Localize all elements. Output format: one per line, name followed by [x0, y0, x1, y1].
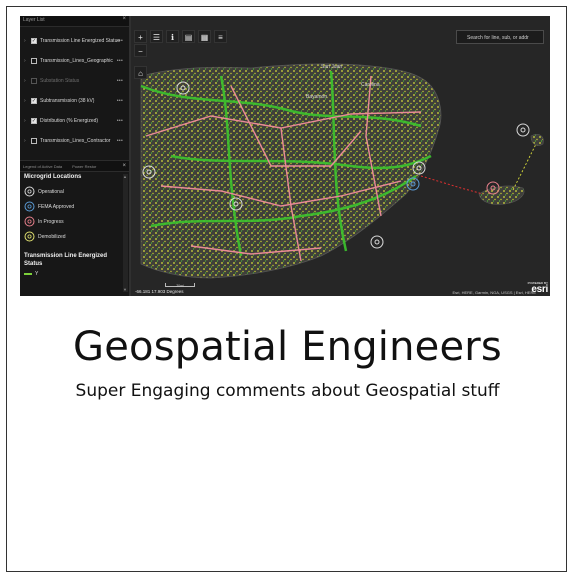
- more-options-icon[interactable]: •••: [117, 38, 123, 44]
- layer-checkbox[interactable]: [31, 98, 37, 104]
- map-view[interactable]: San Juan Bayamón Carolina + − ⌂ ☰ ℹ ▤ ▦ …: [131, 16, 550, 296]
- map-attribution[interactable]: Esri, HERE, Garmin, NGA, USGS | Esri, HE…: [453, 290, 537, 295]
- layer-label: Transmission_Lines_Geographic: [40, 58, 113, 64]
- legend-label: In Progress: [38, 218, 64, 225]
- more-options-icon[interactable]: •••: [117, 118, 123, 124]
- chevron-right-icon[interactable]: ›: [24, 38, 29, 44]
- layer-item-transmission-geographic[interactable]: › Transmission_Lines_Geographic •••: [20, 51, 129, 71]
- chevron-right-icon[interactable]: ›: [24, 58, 29, 64]
- list-icon[interactable]: ≡: [214, 30, 227, 43]
- more-options-icon[interactable]: •••: [117, 138, 123, 144]
- legend-label: Demobilized: [38, 233, 66, 240]
- info-icon[interactable]: ℹ: [166, 30, 179, 43]
- legend-item-fema-approved: FEMA Approved: [24, 199, 129, 214]
- layer-list: › Transmission Line Energized Status •••…: [20, 27, 129, 151]
- offshore-link: [512, 143, 537, 191]
- place-label: Carolina: [361, 82, 380, 88]
- layer-panel-title: Layer List: [23, 17, 45, 23]
- screenshot: Layer List × › Transmission Line Energiz…: [20, 16, 550, 296]
- map-controls: + − ⌂: [134, 30, 147, 80]
- scale-bar: 20mi: [165, 283, 195, 288]
- esri-logo[interactable]: POWERED BY esri: [528, 282, 549, 295]
- more-options-icon[interactable]: •••: [117, 98, 123, 104]
- home-button[interactable]: ⌂: [134, 66, 147, 79]
- layer-panel-header: Layer List ×: [20, 16, 129, 27]
- zoom-out-button[interactable]: −: [134, 44, 147, 57]
- vieques-shape: [478, 185, 525, 205]
- microgrid-in-progress-icon: [24, 216, 35, 227]
- layer-label: Subtransmission (38 kV): [40, 98, 95, 104]
- legend-scrollbar[interactable]: [123, 174, 128, 292]
- grid-icon[interactable]: ▦: [198, 30, 211, 43]
- chevron-right-icon[interactable]: ›: [24, 118, 29, 124]
- legend-title: Microgrid Locations: [24, 174, 82, 180]
- layer-checkbox[interactable]: [31, 78, 37, 84]
- tab-power-restoration[interactable]: Power Restor: [72, 164, 96, 169]
- green-line-swatch: [24, 273, 32, 275]
- layer-item-substation-status[interactable]: › Substation Status •••: [20, 71, 129, 91]
- undersea-link: [420, 175, 484, 195]
- layer-label: Transmission_Lines_Contractor: [40, 138, 111, 144]
- place-label: San Juan: [321, 64, 342, 70]
- layer-item-transmission-contractor[interactable]: › Transmission_Lines_Contractor •••: [20, 131, 129, 151]
- layer-item-subtransmission[interactable]: › Subtransmission (38 kV) •••: [20, 91, 129, 111]
- coordinate-readout: -66.181 17.903 Degrees: [135, 289, 184, 294]
- legend: Microgrid Locations Operational FEMA App…: [20, 174, 129, 277]
- close-icon[interactable]: ×: [122, 16, 126, 22]
- legend-item-demobilized: Demobilized: [24, 229, 129, 244]
- legend-tabs: Legend of Active Data Power Restor ×: [20, 160, 129, 172]
- place-label: Bayamón: [306, 94, 327, 100]
- layer-checkbox[interactable]: [31, 58, 37, 64]
- basemap-icon[interactable]: ▤: [182, 30, 195, 43]
- microgrid-marker[interactable]: [370, 235, 384, 249]
- search-input[interactable]: Search for line, sub, or addr: [456, 30, 544, 44]
- map-canvas[interactable]: San Juan Bayamón Carolina: [131, 16, 550, 296]
- culebra-shape: [530, 134, 544, 146]
- page-subtitle: Super Engaging comments about Geospatial…: [75, 381, 500, 401]
- layer-item-distribution[interactable]: › Distribution (% Energized) •••: [20, 111, 129, 131]
- layer-label: Distribution (% Energized): [40, 118, 99, 124]
- layer-label: Substation Status: [40, 78, 80, 84]
- layer-checkbox[interactable]: [31, 118, 37, 124]
- page-title: Geospatial Engineers: [73, 324, 502, 370]
- legend-label: FEMA Approved: [38, 203, 75, 210]
- layer-checkbox[interactable]: [31, 38, 37, 44]
- map-toolbar: ☰ ℹ ▤ ▦ ≡: [150, 30, 227, 43]
- microgrid-marker[interactable]: [516, 123, 530, 137]
- island-shape: [140, 63, 442, 279]
- layers-icon[interactable]: ☰: [150, 30, 163, 43]
- legend-label: Y: [35, 271, 39, 277]
- layer-item-transmission-status[interactable]: › Transmission Line Energized Status •••: [20, 31, 129, 51]
- layer-panel: Layer List × › Transmission Line Energiz…: [20, 16, 131, 296]
- chevron-right-icon[interactable]: ›: [24, 138, 29, 144]
- layer-checkbox[interactable]: [31, 138, 37, 144]
- esri-brand: esri: [531, 284, 548, 295]
- legend-section-title: Transmission Line Energized Status: [24, 253, 108, 267]
- close-icon[interactable]: ×: [122, 163, 126, 169]
- legend-item-in-progress: In Progress: [24, 214, 129, 229]
- microgrid-operational-icon: [24, 186, 35, 197]
- chevron-right-icon[interactable]: ›: [24, 98, 29, 104]
- more-options-icon[interactable]: •••: [117, 78, 123, 84]
- zoom-in-button[interactable]: +: [134, 30, 147, 43]
- microgrid-fema-icon: [24, 201, 35, 212]
- tab-legend[interactable]: Legend of Active Data: [23, 164, 62, 169]
- layer-label: Transmission Line Energized Status: [40, 38, 120, 44]
- chevron-right-icon[interactable]: ›: [24, 78, 29, 84]
- more-options-icon[interactable]: •••: [117, 58, 123, 64]
- legend-item-operational: Operational: [24, 184, 129, 199]
- microgrid-demobilized-icon: [24, 231, 35, 242]
- legend-label: Operational: [38, 188, 64, 195]
- legend-item-energized-yes: Y: [24, 271, 129, 277]
